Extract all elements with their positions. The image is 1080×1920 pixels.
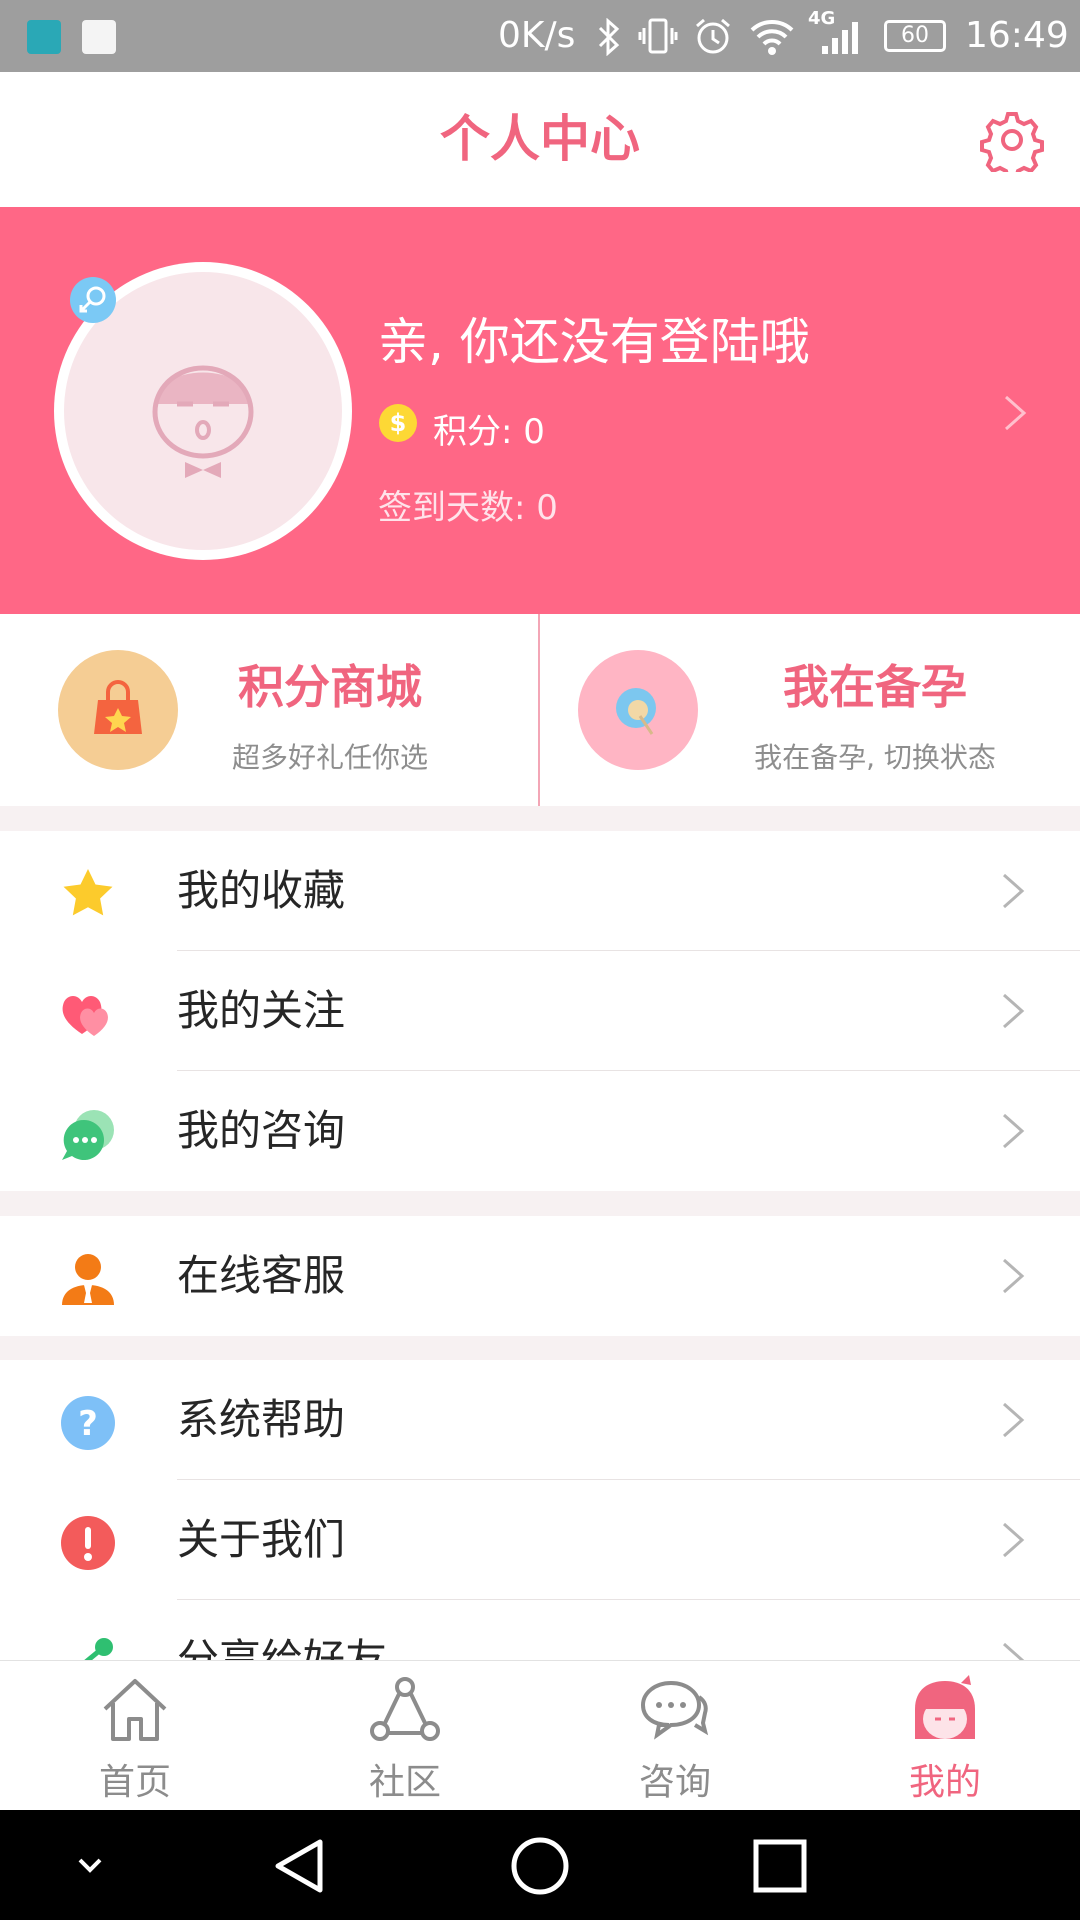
edit-avatar-icon[interactable]: [70, 277, 116, 323]
bottom-navigation: 首页 社区 咨询 我的: [0, 1660, 1080, 1811]
chevron-down-icon[interactable]: [70, 1850, 110, 1880]
boy-face-icon: [152, 365, 254, 478]
flower-icon: [578, 650, 698, 770]
menu-item-about[interactable]: 关于我们: [0, 1480, 1080, 1600]
quick-card-title: 积分商城: [238, 660, 422, 714]
agent-icon: [62, 1254, 114, 1305]
chevron-right-icon: [1003, 1642, 1025, 1660]
menu-group-service: 在线客服: [0, 1216, 1080, 1336]
chevron-right-icon: [1003, 873, 1025, 909]
tab-label: 社区: [368, 1762, 441, 1803]
svg-text:?: ?: [78, 1404, 98, 1444]
shopping-bag-icon: [58, 650, 178, 770]
clock: 16:49: [965, 15, 1069, 56]
chat-bubble-icon: [62, 1110, 114, 1160]
star-icon: [63, 869, 113, 916]
gear-icon[interactable]: [980, 108, 1044, 172]
menu-item-consultations[interactable]: 我的咨询: [0, 1071, 1080, 1191]
points-value: 积分: 0: [433, 412, 545, 452]
tab-label: 咨询: [638, 1762, 711, 1803]
battery-level: 60: [901, 23, 929, 48]
quick-card-title: 我在备孕: [783, 660, 967, 714]
info-icon: [61, 1516, 115, 1570]
sign-in-days: 签到天数: 0: [378, 488, 558, 528]
page-title: 个人中心: [440, 110, 640, 168]
tab-community[interactable]: 社区: [270, 1661, 540, 1811]
menu-item-label: 分享给好友: [177, 1635, 388, 1660]
chevron-right-icon: [1003, 1113, 1025, 1149]
wifi-icon: [750, 20, 794, 55]
tab-label: 我的: [908, 1762, 981, 1803]
menu-item-label: 在线客服: [177, 1251, 346, 1300]
quick-actions: 积分商城 超多好礼任你选 我在备孕 我在备孕, 切换状态: [0, 614, 1080, 806]
health-notification-icon: [82, 20, 116, 54]
title-bar: 个人中心: [0, 72, 1080, 207]
menu-item-share[interactable]: 分享给好友: [0, 1600, 1080, 1660]
menu-item-favorites[interactable]: 我的收藏: [0, 831, 1080, 951]
signal-icon: [822, 22, 858, 54]
menu-item-label: 我的咨询: [177, 1106, 346, 1155]
system-navigation-bar: [0, 1810, 1080, 1920]
quick-card-subtitle: 我在备孕, 切换状态: [754, 741, 996, 774]
tab-mine[interactable]: 我的: [810, 1661, 1080, 1811]
home-button-icon[interactable]: [510, 1836, 570, 1896]
share-icon: [84, 1638, 113, 1660]
points-mall-card[interactable]: 积分商城 超多好礼任你选: [0, 614, 538, 806]
recent-apps-icon[interactable]: [750, 1836, 810, 1896]
chevron-right-icon: [1003, 1402, 1025, 1438]
chevron-right-icon: [1005, 395, 1027, 431]
login-prompt[interactable]: 亲, 你还没有登陆哦: [378, 302, 810, 374]
menu-item-label: 系统帮助: [177, 1395, 346, 1444]
menu-item-label: 我的关注: [177, 986, 346, 1035]
chevron-right-icon: [1003, 993, 1025, 1029]
coin-icon: $: [379, 404, 417, 442]
vibrate-icon: [638, 18, 678, 54]
chevron-right-icon: [1003, 1522, 1025, 1558]
tab-consult[interactable]: 咨询: [540, 1661, 810, 1811]
home-icon: [103, 1679, 167, 1741]
tab-home[interactable]: 首页: [0, 1661, 270, 1811]
consult-icon: [640, 1680, 709, 1740]
app-notification-icon: [27, 20, 61, 54]
back-icon[interactable]: [270, 1836, 330, 1896]
bluetooth-icon: [598, 18, 620, 56]
preparing-pregnancy-card[interactable]: 我在备孕 我在备孕, 切换状态: [540, 614, 1080, 806]
alarm-icon: [696, 18, 730, 54]
menu-item-following[interactable]: 我的关注: [0, 951, 1080, 1071]
network-speed: 0K/s: [498, 15, 576, 56]
community-icon: [370, 1677, 440, 1741]
menu-item-label: 我的收藏: [177, 866, 346, 915]
svg-text:$: $: [390, 409, 407, 437]
heart-icon: [62, 996, 108, 1036]
profile-banner[interactable]: 亲, 你还没有登陆哦 $ 积分: 0 签到天数: 0: [0, 207, 1080, 614]
profile-girl-icon: [915, 1675, 975, 1739]
menu-item-online-service[interactable]: 在线客服: [0, 1216, 1080, 1336]
tab-label: 首页: [98, 1762, 171, 1803]
menu-group-personal: 我的收藏 我的关注 我的咨询: [0, 831, 1080, 1191]
battery-icon: 60: [884, 20, 946, 52]
chevron-right-icon: [1003, 1258, 1025, 1294]
help-icon: ?: [61, 1396, 115, 1450]
menu-item-label: 关于我们: [177, 1515, 346, 1564]
menu-group-system: ? 系统帮助 关于我们 分享给好友: [0, 1360, 1080, 1660]
status-bar: 0K/s 4G 60 16:49: [0, 0, 1080, 72]
quick-card-subtitle: 超多好礼任你选: [231, 741, 428, 774]
menu-item-help[interactable]: ? 系统帮助: [0, 1360, 1080, 1480]
